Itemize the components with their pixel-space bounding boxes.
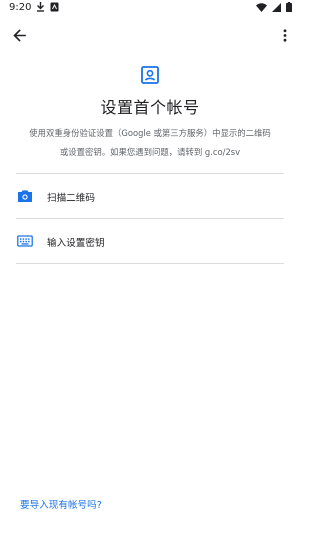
status-time: 9:20 bbox=[9, 2, 32, 13]
scan-qr-code-label: 扫描二维码 bbox=[47, 193, 95, 204]
enter-setup-key-option[interactable]: 输入设置密钥 bbox=[0, 220, 300, 262]
status-right-icons bbox=[256, 2, 292, 12]
download-icon bbox=[37, 2, 44, 12]
status-left-icons bbox=[36, 2, 59, 12]
scan-qr-code-option[interactable]: 扫描二维码 bbox=[0, 175, 300, 217]
page-title: 设置首个帐号 bbox=[100, 98, 200, 117]
notification-icon bbox=[50, 2, 59, 12]
description-line-1: 使用双重身份验证设置（Google 或第三方服务）中显示的二维码 bbox=[29, 128, 271, 138]
signal-icon bbox=[272, 2, 281, 12]
divider-top bbox=[16, 173, 284, 174]
account-box-icon bbox=[141, 66, 159, 84]
import-accounts-link[interactable]: 要导入现有帐号吗? bbox=[20, 497, 102, 511]
keyboard-icon bbox=[17, 235, 33, 247]
enter-setup-key-label: 输入设置密钥 bbox=[47, 238, 105, 249]
back-button[interactable] bbox=[7, 23, 31, 47]
wifi-icon bbox=[256, 2, 267, 12]
page-description: 使用双重身份验证设置（Google 或第三方服务）中显示的二维码 或设置密钥。如… bbox=[12, 124, 288, 162]
description-line-2: 或设置密钥。如果您遇到问题，请转到 g.co/2sv bbox=[59, 147, 241, 157]
arrow-back-icon bbox=[12, 28, 26, 42]
more-vert-icon bbox=[283, 28, 287, 42]
battery-icon bbox=[286, 2, 292, 12]
more-options-button[interactable] bbox=[273, 23, 297, 47]
status-bar: 9:20 bbox=[0, 0, 300, 16]
divider-bottom bbox=[16, 263, 284, 264]
camera-icon bbox=[18, 190, 32, 202]
divider-middle bbox=[16, 218, 284, 219]
